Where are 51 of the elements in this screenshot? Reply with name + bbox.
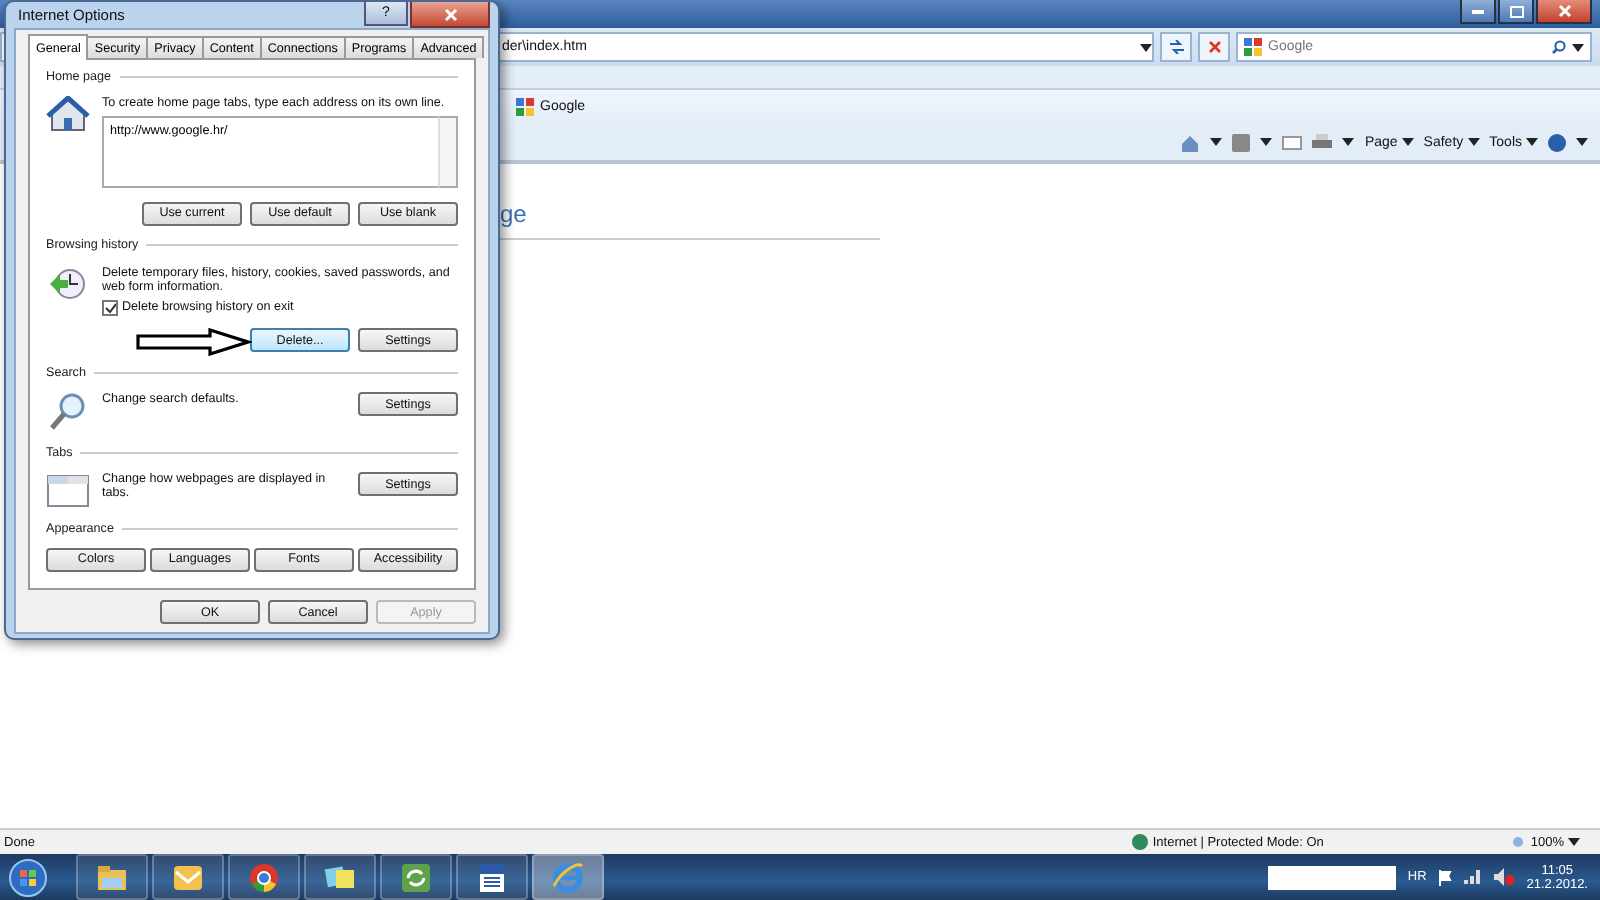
signal-icon[interactable]	[1464, 870, 1483, 884]
tabs-window-icon	[46, 472, 90, 509]
restore-button[interactable]	[1498, 0, 1534, 24]
four-squares-icon	[516, 98, 534, 116]
search-icon[interactable]	[1552, 40, 1566, 54]
home-icon[interactable]	[1180, 133, 1201, 151]
checkbox[interactable]	[102, 299, 118, 316]
sticky-notes-icon	[324, 865, 354, 887]
scrollbar[interactable]	[438, 116, 458, 189]
house-icon	[46, 96, 90, 133]
taskbar-button[interactable]	[152, 854, 224, 900]
search-icon	[46, 392, 90, 433]
caret-icon[interactable]	[1576, 138, 1588, 146]
page-heading: ge	[500, 200, 880, 240]
browser-e-icon	[552, 862, 583, 892]
speaker-icon[interactable]	[1494, 868, 1515, 886]
restore-icon	[1509, 5, 1523, 17]
taskbar-button[interactable]	[228, 854, 300, 900]
caret-icon[interactable]	[1568, 838, 1580, 846]
caret-icon[interactable]	[1572, 43, 1584, 51]
refresh-icon[interactable]	[1160, 32, 1192, 62]
envelope-icon	[174, 865, 202, 889]
caret-icon[interactable]	[1210, 138, 1223, 146]
taskbar-button[interactable]	[76, 854, 148, 900]
caret-icon[interactable]	[1140, 43, 1152, 51]
arrow-drawing	[136, 328, 252, 356]
document-icon	[480, 863, 504, 891]
taskbar-button[interactable]	[304, 854, 376, 900]
caret-icon[interactable]	[1467, 138, 1480, 146]
taskbar-button[interactable]	[380, 854, 452, 900]
caret-icon[interactable]	[1401, 138, 1414, 146]
taskbar-button[interactable]	[456, 854, 528, 900]
folder-icon	[98, 865, 126, 889]
caret-icon[interactable]	[1342, 138, 1355, 146]
flag-icon[interactable]	[1438, 869, 1453, 885]
sync-icon	[402, 863, 430, 891]
clock-icon	[46, 265, 90, 302]
stop-icon[interactable]	[1198, 32, 1230, 62]
close-button[interactable]	[410, 2, 490, 28]
minimize-icon	[1472, 9, 1484, 13]
close-icon	[443, 7, 457, 21]
close-icon	[1557, 4, 1571, 18]
minimize-button[interactable]	[1460, 0, 1496, 24]
close-button[interactable]	[1536, 0, 1592, 24]
four-squares-icon	[1244, 38, 1262, 56]
caret-icon[interactable]	[1526, 138, 1538, 146]
browser-logo-icon	[250, 863, 278, 891]
search-field[interactable]	[1267, 865, 1396, 889]
caret-icon[interactable]	[1260, 138, 1273, 146]
start-button[interactable]	[8, 857, 48, 897]
printer-icon[interactable]	[1312, 133, 1333, 151]
